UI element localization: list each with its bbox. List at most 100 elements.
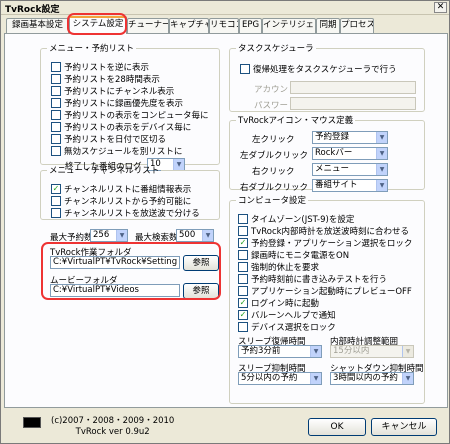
checkbox[interactable] bbox=[51, 122, 61, 132]
reserve-option-channel[interactable]: 予約リストにチャンネル表示 bbox=[51, 85, 174, 97]
about-text: (c)2007・2008・2009・2010 TvRock ver 0.9u2 bbox=[51, 416, 174, 438]
account-input[interactable] bbox=[290, 81, 416, 94]
menu-reserve-group: メニュー・予約リスト 予約リストを逆に表示 予約リストを28時間表示 予約リスト… bbox=[40, 42, 220, 172]
right-double-click-select[interactable]: 番組サイト ▼ bbox=[312, 179, 388, 192]
left-click-label: 左クリック bbox=[252, 135, 295, 145]
computer-option-device-lock[interactable]: デバイス選択をロック bbox=[238, 321, 336, 333]
close-button[interactable]: ✕ bbox=[434, 2, 447, 13]
computer-option-preview-off[interactable]: アプリケーション起動時にプレビューOFF bbox=[238, 285, 412, 297]
chevron-down-icon: ▼ bbox=[376, 148, 387, 159]
tab-intelligent[interactable]: インテリジェント bbox=[262, 18, 316, 33]
checkbox[interactable] bbox=[51, 74, 61, 84]
computer-option-force-suspend[interactable]: 強制的休止を要求 bbox=[238, 261, 319, 273]
computer-option-balloon[interactable]: ✓ バルーンヘルプで通知 bbox=[238, 309, 336, 321]
sleep-suppress-select[interactable]: 5分以内の予約 ▼ bbox=[238, 372, 322, 385]
password-input[interactable] bbox=[290, 97, 416, 110]
computer-settings-group: コンピュータ設定 タイムゾーン(JST-9)を設定 TvRock内部時計を放送波… bbox=[229, 194, 425, 404]
tab-sync[interactable]: 同期 bbox=[316, 18, 340, 33]
checkbox[interactable]: ✓ bbox=[238, 298, 248, 308]
menu-channel-title: メニュー・チャンネルリスト bbox=[49, 166, 160, 176]
menu-reserve-title: メニュー・予約リスト bbox=[49, 44, 135, 54]
cancel-button[interactable]: キャンセル bbox=[371, 418, 437, 436]
checkbox[interactable] bbox=[240, 64, 250, 74]
tab-tuner[interactable]: チューナー bbox=[127, 18, 169, 33]
max-search-select[interactable]: 500 ▼ bbox=[176, 229, 214, 242]
checkbox[interactable] bbox=[238, 286, 248, 296]
checkbox[interactable] bbox=[51, 146, 61, 156]
ok-button[interactable]: OK bbox=[308, 418, 366, 436]
channel-option-program-info[interactable]: ✓ チャンネルリストに番組情報表示 bbox=[51, 183, 191, 195]
reserve-option-per-computer[interactable]: 予約リストの表示をコンピュータ毎に bbox=[51, 109, 209, 121]
icon-mouse-group: TvRockアイコン・マウス定義 左クリック 予約登録 ▼ 左ダブルクリック Ro… bbox=[229, 114, 425, 193]
tab-capture[interactable]: キャプチャ bbox=[169, 18, 209, 33]
tab-remote[interactable]: リモコン bbox=[209, 18, 239, 33]
sleep-return-select[interactable]: 予約3分前 ▼ bbox=[238, 345, 322, 358]
checkbox[interactable] bbox=[51, 196, 61, 206]
menu-channel-group: メニュー・チャンネルリスト ✓ チャンネルリストに番組情報表示 チャンネルリストか… bbox=[40, 164, 220, 220]
left-click-select[interactable]: 予約登録 ▼ bbox=[312, 131, 388, 144]
tab-recording-basic[interactable]: 録画基本設定 bbox=[6, 18, 69, 33]
chevron-down-icon: ▼ bbox=[310, 373, 321, 384]
checkbox[interactable] bbox=[238, 226, 248, 236]
computer-option-clock-sync[interactable]: TvRock内部時計を放送波時刻に合わせる bbox=[238, 225, 409, 237]
computer-option-timezone[interactable]: タイムゾーン(JST-9)を設定 bbox=[238, 213, 354, 225]
checkbox[interactable] bbox=[238, 214, 248, 224]
version-text: TvRock ver 0.9u2 bbox=[75, 427, 150, 437]
checkbox[interactable] bbox=[51, 98, 61, 108]
left-double-click-select[interactable]: Rockバー ▼ bbox=[312, 147, 388, 160]
max-reserve-select[interactable]: 256 ▼ bbox=[90, 229, 128, 242]
shutdown-suppress-select[interactable]: 3時間以内の予約 ▼ bbox=[330, 372, 414, 385]
settings-window: TvRock設定 ✕ 録画基本設定 システム設定 チューナー キャプチャ リモコ… bbox=[0, 0, 450, 444]
reserve-option-reverse[interactable]: 予約リストを逆に表示 bbox=[51, 61, 149, 73]
computer-settings-title: コンピュータ設定 bbox=[238, 196, 307, 206]
tab-highlight-annotation bbox=[67, 13, 127, 35]
checkbox[interactable] bbox=[51, 62, 61, 72]
tab-epg[interactable]: EPG bbox=[239, 18, 262, 33]
checkbox[interactable] bbox=[238, 262, 248, 272]
computer-option-lock-app[interactable]: ✓ 予約登録・アプリケーション選択をロック bbox=[238, 237, 412, 249]
reserve-option-date-split[interactable]: 予約リストを日付で区切る bbox=[51, 133, 166, 145]
checkbox[interactable] bbox=[51, 110, 61, 120]
checkbox[interactable] bbox=[51, 208, 61, 218]
chevron-down-icon: ▼ bbox=[402, 346, 413, 357]
chevron-down-icon: ▼ bbox=[402, 373, 413, 384]
left-double-click-label: 左ダブルクリック bbox=[240, 151, 309, 161]
computer-option-login-start[interactable]: ✓ ログイン時に起動 bbox=[238, 297, 319, 309]
reserve-option-disabled-list[interactable]: 無効スケジュールを別リストに bbox=[51, 145, 182, 157]
computer-option-monitor-on[interactable]: 録画時にモニタ電源をON bbox=[238, 249, 349, 261]
chevron-down-icon: ▼ bbox=[202, 230, 213, 241]
channel-option-reservable[interactable]: チャンネルリストから予約可能に bbox=[51, 195, 191, 207]
chevron-down-icon: ▼ bbox=[376, 164, 387, 175]
monitor-icon bbox=[23, 417, 41, 428]
right-click-select[interactable]: メニュー ▼ bbox=[312, 163, 388, 176]
title-bar: TvRock設定 ✕ bbox=[1, 1, 449, 15]
checkbox[interactable] bbox=[238, 250, 248, 260]
checkbox[interactable]: ✓ bbox=[238, 310, 248, 320]
checkbox[interactable]: ✓ bbox=[51, 184, 61, 194]
folder-highlight-annotation bbox=[41, 242, 221, 300]
reserve-option-priority[interactable]: 予約リストに録画優先度を表示 bbox=[51, 97, 183, 109]
tab-process[interactable]: プロセス bbox=[340, 18, 374, 33]
icon-mouse-title: TvRockアイコン・マウス定義 bbox=[238, 116, 354, 126]
window-title: TvRock設定 bbox=[5, 5, 60, 15]
copyright-text: (c)2007・2008・2009・2010 bbox=[51, 416, 175, 426]
reserve-option-per-device[interactable]: 予約リストの表示をデバイス毎に bbox=[51, 121, 191, 133]
chevron-down-icon: ▼ bbox=[310, 346, 321, 357]
right-click-label: 右クリック bbox=[252, 167, 295, 177]
system-settings-panel: メニュー・予約リスト 予約リストを逆に表示 予約リストを28時間表示 予約リスト… bbox=[4, 33, 448, 408]
task-scheduler-group: タスクスケジューラ 復帰処理をタスクスケジューラで行う アカウント パスワード bbox=[229, 42, 425, 112]
checkbox[interactable] bbox=[51, 86, 61, 96]
checkbox[interactable] bbox=[238, 274, 248, 284]
chevron-down-icon: ▼ bbox=[376, 180, 387, 191]
task-scheduler-title: タスクスケジューラ bbox=[238, 44, 314, 54]
reserve-option-28h[interactable]: 予約リストを28時間表示 bbox=[51, 73, 160, 85]
checkbox[interactable] bbox=[51, 134, 61, 144]
chevron-down-icon: ▼ bbox=[376, 132, 387, 143]
computer-option-write-test[interactable]: 予約時刻前に書き込みテストを行う bbox=[238, 273, 387, 285]
checkbox[interactable]: ✓ bbox=[238, 238, 248, 248]
scheduler-resume-option[interactable]: 復帰処理をタスクスケジューラで行う bbox=[240, 63, 397, 75]
chevron-down-icon: ▼ bbox=[116, 230, 127, 241]
checkbox[interactable] bbox=[238, 322, 248, 332]
clock-adjust-select[interactable]: 15分以内 ▼ bbox=[330, 345, 414, 358]
channel-option-split-by-wave[interactable]: チャンネルリストを放送波で分ける bbox=[51, 207, 200, 219]
